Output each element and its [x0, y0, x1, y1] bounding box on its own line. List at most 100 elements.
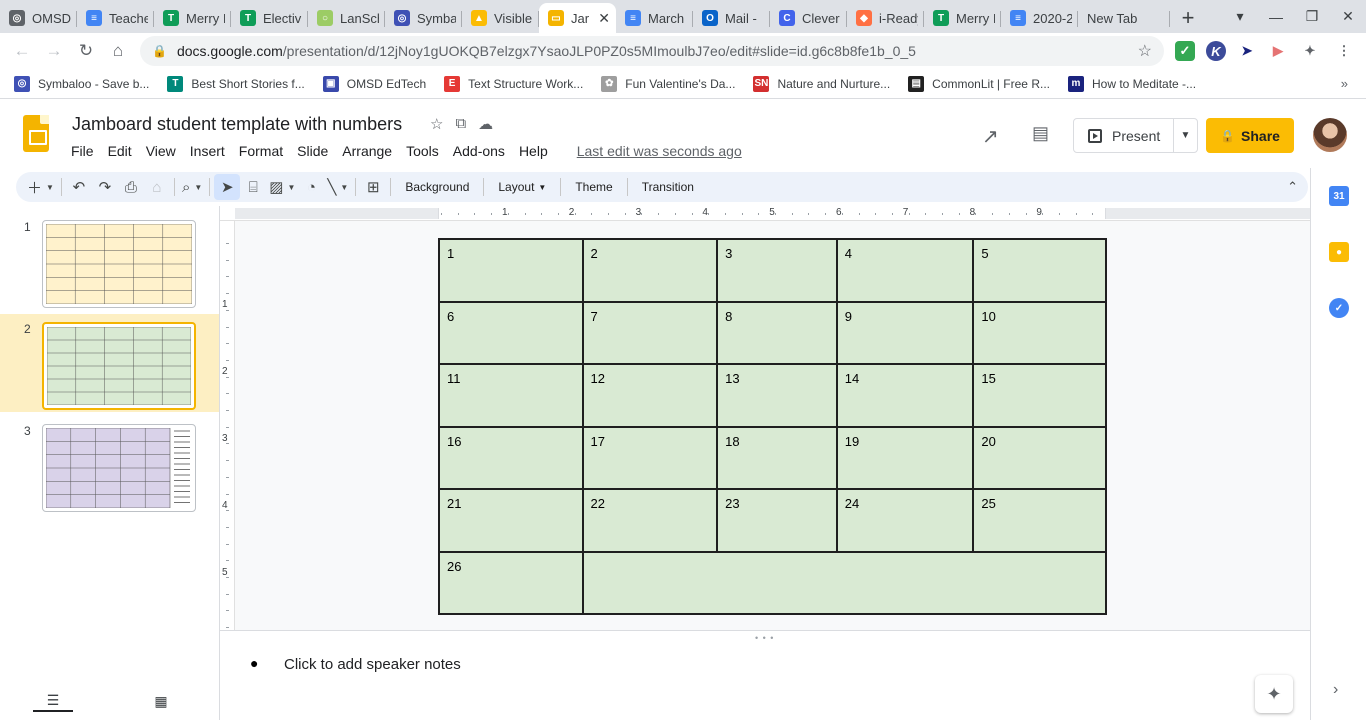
slide-thumbnail-row[interactable]: 2 — [0, 314, 219, 412]
table-cell[interactable]: 11 — [438, 363, 584, 428]
lock-icon[interactable]: 🔒 — [152, 44, 167, 58]
bookmark-item[interactable]: ▤ CommonLit | Free R... — [908, 75, 1050, 92]
menu-format[interactable]: Format — [232, 141, 290, 161]
vertical-ruler[interactable]: 12345 — [220, 221, 235, 630]
browser-tab[interactable]: New Tab — [1078, 3, 1170, 33]
layout-button[interactable]: Layout ▼ — [488, 174, 556, 200]
table-cell[interactable]: 18 — [716, 425, 838, 490]
home-icon[interactable]: ⌂ — [102, 35, 134, 67]
bookmark-item[interactable]: ◎ Symbaloo - Save b... — [14, 75, 149, 92]
add-comment-icon[interactable]: ⊞ — [360, 174, 386, 200]
menu-slide[interactable]: Slide — [290, 141, 335, 161]
resize-handle-icon[interactable]: • • • — [755, 633, 774, 643]
browser-tab[interactable]: ≡ Teache — [77, 3, 154, 33]
slide-thumbnail[interactable] — [42, 322, 196, 410]
browser-menu-icon[interactable]: ⋮ — [1334, 41, 1354, 61]
table-cell[interactable]: 4 — [835, 238, 975, 303]
menu-edit[interactable]: Edit — [101, 141, 139, 161]
calendar-icon[interactable]: 31 — [1329, 186, 1349, 206]
table-cell[interactable]: 21 — [438, 488, 584, 553]
bookmark-item[interactable]: ▣ OMSD EdTech — [322, 75, 426, 92]
table-cell[interactable]: 24 — [835, 488, 975, 553]
browser-tab[interactable]: ◎ Symba — [385, 3, 462, 33]
browser-tab[interactable]: ▭ Jar ✕ — [539, 3, 616, 33]
last-edit-link[interactable]: Last edit was seconds ago — [577, 143, 742, 159]
browser-tab[interactable]: T Electiv — [231, 3, 308, 33]
shape-icon[interactable]: ◔ — [298, 174, 324, 200]
speaker-notes-input[interactable]: Click to add speaker notes — [284, 656, 461, 673]
menu-file[interactable]: File — [64, 141, 101, 161]
current-slide[interactable]: 1 2 3 4 5 6 7 8 9 10 11 12 13 14 15 16 17 18 19 20 21 22 23 24 2… — [438, 238, 1108, 615]
present-button[interactable]: Present ▼ — [1073, 118, 1198, 153]
expand-panel-icon[interactable]: › — [1333, 681, 1338, 699]
explore-icon[interactable]: ✦ — [1255, 675, 1293, 713]
table-cell[interactable]: 9 — [835, 300, 975, 365]
table-cell[interactable]: 5 — [972, 238, 1107, 303]
slide-thumbnail[interactable] — [42, 424, 196, 512]
browser-tab[interactable]: ◆ i-Ready — [847, 3, 924, 33]
paint-format-icon[interactable]: ⌂ — [144, 174, 170, 200]
table-cell[interactable]: 19 — [835, 425, 975, 490]
undo-icon[interactable]: ↶ — [66, 174, 92, 200]
browser-tab[interactable]: ▲ Visible — [462, 3, 539, 33]
browser-tab[interactable]: O Mail - — [693, 3, 770, 33]
table-cell[interactable]: 26 — [438, 550, 584, 615]
table-cell[interactable]: 8 — [716, 300, 838, 365]
bookmark-star-icon[interactable]: ☆ — [1138, 41, 1152, 61]
slide-thumbnail[interactable] — [42, 220, 196, 308]
bookmark-item[interactable]: ✿ Fun Valentine's Da... — [601, 75, 735, 92]
restore-icon[interactable]: ❐ — [1294, 8, 1330, 25]
zoom-icon[interactable]: ⌕ ▼ — [179, 174, 205, 200]
table-cell[interactable]: 7 — [581, 300, 719, 365]
text-box-icon[interactable]: ⌸ — [240, 174, 266, 200]
table-cell[interactable]: 17 — [581, 425, 719, 490]
bookmark-item[interactable]: SN Nature and Nurture... — [753, 75, 890, 92]
menu-tools[interactable]: Tools — [399, 141, 446, 161]
table-cell[interactable]: 13 — [716, 363, 838, 428]
close-tab-icon[interactable]: ✕ — [598, 10, 610, 27]
extension-cursor-icon[interactable]: ➤ — [1237, 41, 1257, 61]
browser-tab[interactable]: ◎ OMSD — [0, 3, 77, 33]
table-cell[interactable]: 16 — [438, 425, 584, 490]
filmstrip-view-icon[interactable]: ☰ — [33, 690, 73, 712]
share-button[interactable]: 🔒 Share — [1206, 118, 1294, 153]
table-cell[interactable]: 1 — [438, 238, 584, 303]
star-icon[interactable]: ☆ — [430, 115, 443, 133]
table-cell[interactable]: 3 — [716, 238, 838, 303]
new-tab-button[interactable]: + — [1170, 3, 1206, 33]
activity-trend-icon[interactable]: ↗ — [982, 124, 999, 149]
minimize-icon[interactable]: — — [1258, 9, 1294, 25]
table-cell[interactable]: 6 — [438, 300, 584, 365]
bookmark-item[interactable]: T Best Short Stories f... — [167, 75, 305, 92]
browser-tab[interactable]: ○ LanSch — [308, 3, 385, 33]
cloud-saved-icon[interactable]: ☁ — [478, 115, 493, 133]
account-avatar[interactable] — [1313, 118, 1347, 152]
table-cell[interactable]: 20 — [972, 425, 1107, 490]
tasks-icon[interactable]: ✓ — [1329, 298, 1349, 318]
table-cell[interactable]: 2 — [581, 238, 719, 303]
table-cell[interactable]: 25 — [972, 488, 1107, 553]
slide-thumbnail-row[interactable]: 1 — [0, 212, 219, 310]
image-icon[interactable]: ▨ ▼ — [266, 174, 298, 200]
extension-screencast-icon[interactable]: ▶ — [1268, 41, 1288, 61]
forward-icon[interactable]: → — [38, 35, 70, 67]
grid-view-icon[interactable]: ▦ — [141, 690, 181, 712]
bookmark-item[interactable]: m How to Meditate -... — [1068, 75, 1196, 92]
browser-tab[interactable]: C Clever — [770, 3, 847, 33]
extensions-puzzle-icon[interactable]: ✦ — [1300, 41, 1320, 61]
bookmark-item[interactable]: E Text Structure Work... — [444, 75, 583, 92]
background-button[interactable]: Background — [395, 174, 479, 200]
comments-icon[interactable]: ▤ — [1032, 123, 1049, 144]
keep-icon[interactable]: ● — [1329, 242, 1349, 262]
select-cursor-icon[interactable]: ➤ — [214, 174, 241, 200]
menu-help[interactable]: Help — [512, 141, 555, 161]
transition-button[interactable]: Transition — [632, 174, 704, 200]
print-icon[interactable]: ⎙ — [118, 174, 144, 200]
table-cell[interactable]: 10 — [972, 300, 1107, 365]
table-cell[interactable]: 15 — [972, 363, 1107, 428]
move-folder-icon[interactable]: ⧉ — [455, 115, 466, 133]
menu-insert[interactable]: Insert — [183, 141, 232, 161]
menu-addons[interactable]: Add-ons — [446, 141, 512, 161]
bookmarks-overflow-icon[interactable]: » — [1341, 76, 1348, 91]
menu-view[interactable]: View — [139, 141, 183, 161]
